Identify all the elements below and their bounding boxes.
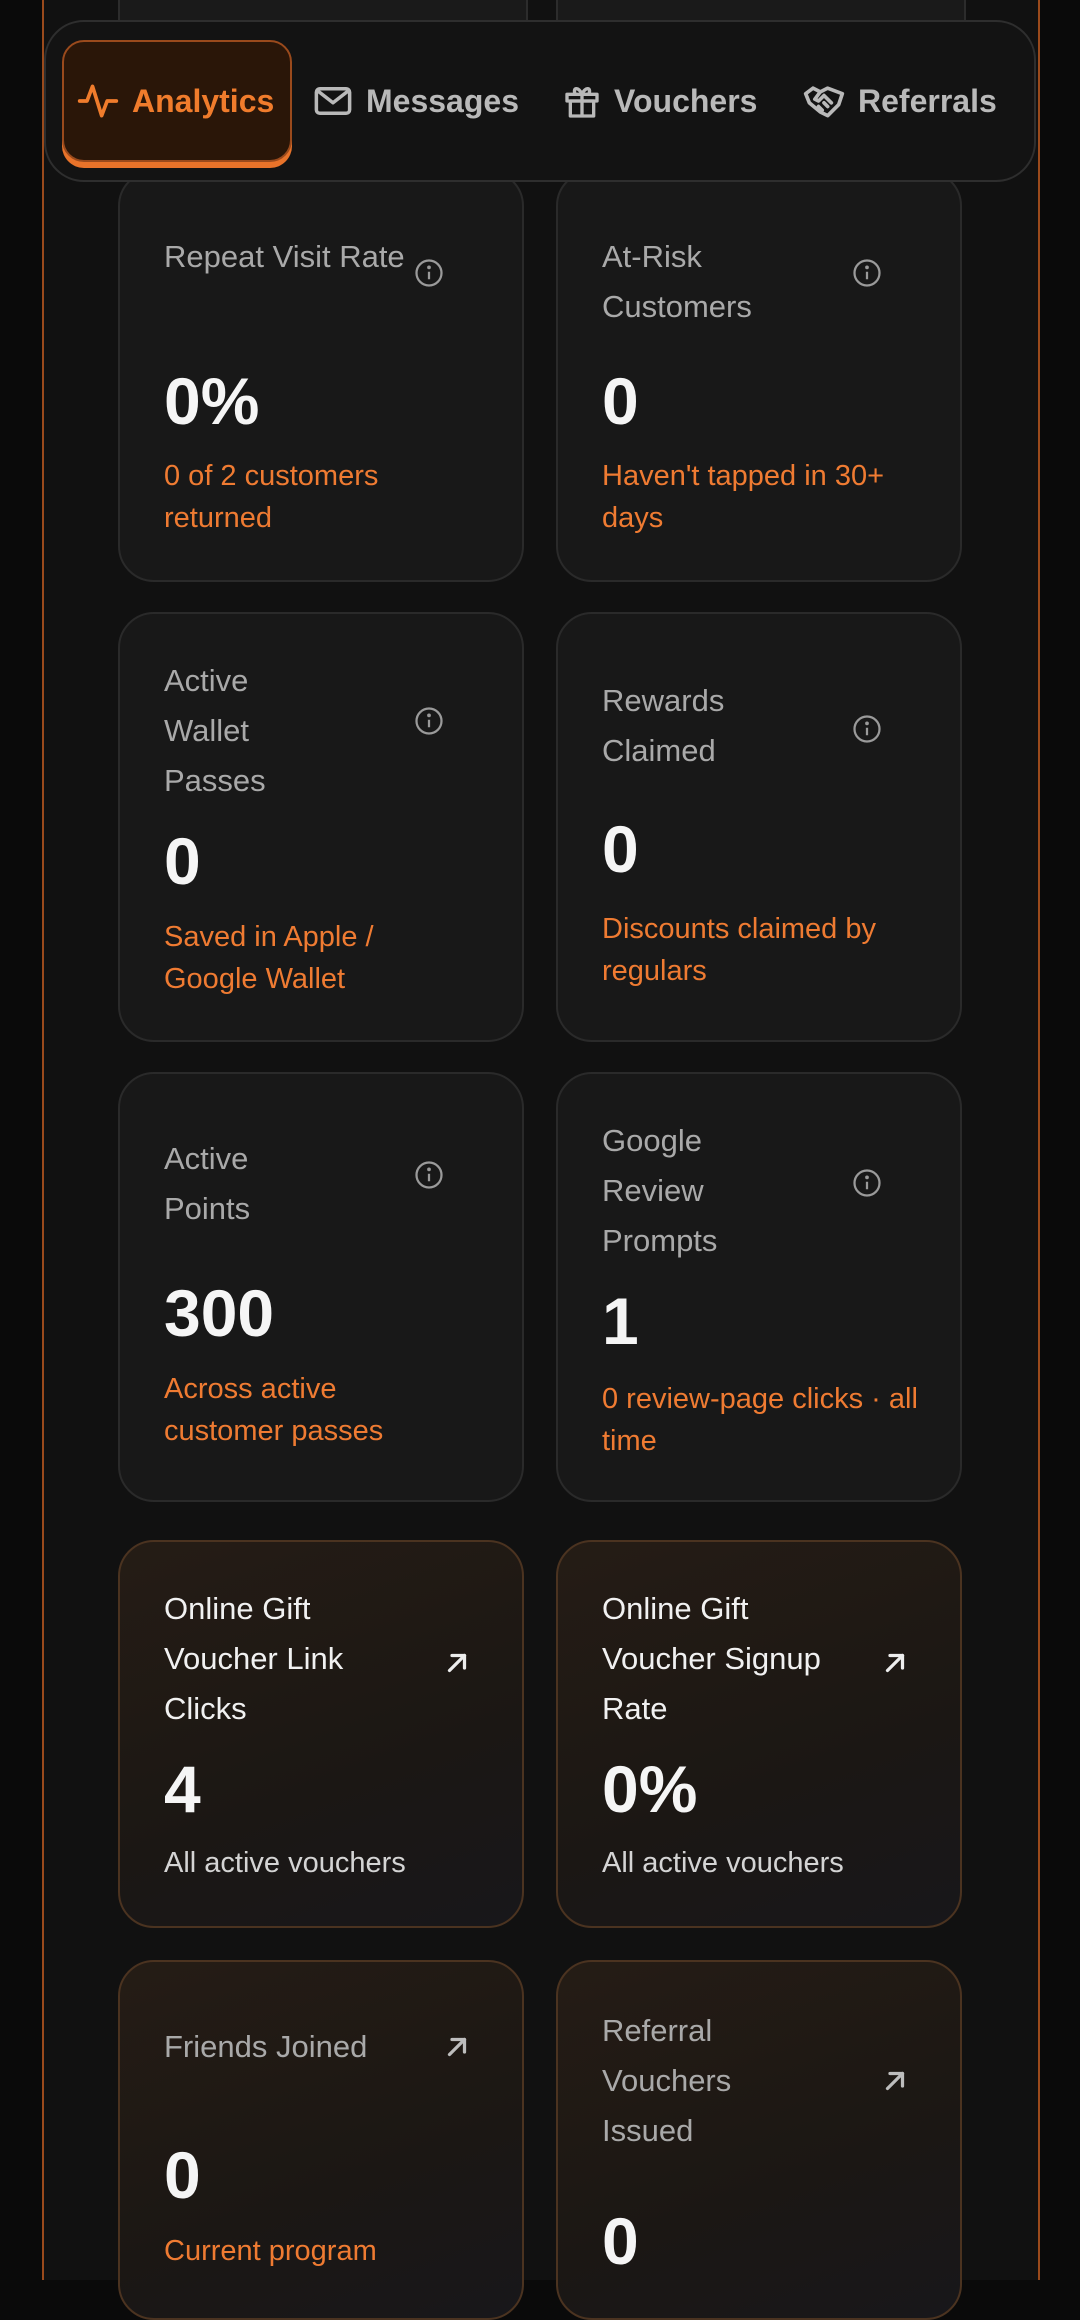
card-title: Active Points (164, 1141, 251, 1226)
info-icon[interactable] (852, 258, 882, 288)
card-title: At-Risk Customers (602, 239, 752, 324)
card-google-review-prompts[interactable]: Google Review Prompts 1 0 review-page cl… (556, 1072, 962, 1502)
card-value: 0 (602, 2204, 639, 2278)
tab-messages[interactable]: Messages (312, 40, 519, 162)
card-friends-joined[interactable]: Friends Joined 0 Current program (118, 1960, 524, 2320)
card-voucher-link-clicks[interactable]: Online Gift Voucher Link Clicks 4 All ac… (118, 1540, 524, 1928)
card-subtitle: 0 of 2 customers returned (164, 460, 379, 534)
card-subtitle: Across active customer passes (164, 1373, 384, 1447)
card-value: 0 (602, 812, 639, 886)
card-subtitle: Haven't tapped in 30+ days (602, 460, 885, 534)
card-active-wallet-passes[interactable]: Active Wallet Passes 0 Saved in Apple / … (118, 612, 524, 1042)
info-icon[interactable] (852, 714, 882, 744)
card-value: 4 (164, 1752, 201, 1826)
arrow-up-right-icon[interactable] (880, 1648, 910, 1678)
card-subtitle: 0 review-page clicks · all time (602, 1383, 918, 1457)
card-subtitle: All active vouchers (164, 1847, 406, 1879)
card-rewards-claimed[interactable]: Rewards Claimed 0 Discounts claimed by r… (556, 612, 962, 1042)
activity-icon (77, 84, 119, 118)
tab-label: Analytics (132, 82, 275, 119)
card-at-risk-customers[interactable]: At-Risk Customers 0 Haven't tapped in 30… (556, 170, 962, 582)
card-repeat-visit-rate[interactable]: Repeat Visit Rate 0% 0 of 2 customers re… (118, 170, 524, 582)
card-subtitle: Saved in Apple / Google Wallet (164, 921, 374, 995)
card-title: Active Wallet Passes (164, 663, 266, 798)
card-value: 0 (164, 824, 201, 898)
card-value: 1 (602, 1284, 639, 1358)
card-subtitle: All active vouchers (602, 1847, 844, 1879)
card-subtitle: Discounts claimed by regulars (602, 913, 876, 987)
tab-analytics[interactable]: Analytics (62, 40, 292, 162)
envelope-icon (314, 87, 352, 115)
card-subtitle: Current program (164, 2235, 377, 2267)
tab-vouchers[interactable]: Vouchers (562, 40, 757, 162)
card-title: Google Review Prompts (602, 1123, 718, 1258)
info-icon[interactable] (414, 706, 444, 736)
info-icon[interactable] (414, 1160, 444, 1190)
card-value: 0 (602, 364, 639, 438)
card-title: Online Gift Voucher Signup Rate (602, 1591, 821, 1726)
card-voucher-signup-rate[interactable]: Online Gift Voucher Signup Rate 0% All a… (556, 1540, 962, 1928)
tab-referrals[interactable]: Referrals (802, 40, 997, 162)
card-referral-vouchers-issued[interactable]: Referral Vouchers Issued 0 (556, 1960, 962, 2320)
card-active-points[interactable]: Active Points 300 Across active customer… (118, 1072, 524, 1502)
section-tab-bar: Analytics Messages Vouchers Referrals (44, 20, 1036, 182)
info-icon[interactable] (414, 258, 444, 288)
tab-label: Messages (366, 82, 519, 119)
card-value: 0 (164, 2138, 201, 2212)
card-value: 0% (164, 364, 260, 438)
card-value: 0% (602, 1752, 698, 1826)
card-title: Online Gift Voucher Link Clicks (164, 1591, 344, 1726)
card-title: Referral Vouchers Issued (602, 2013, 732, 2148)
arrow-up-right-icon[interactable] (442, 2032, 472, 2062)
card-title: Repeat Visit Rate (164, 239, 405, 274)
arrow-up-right-icon[interactable] (880, 2066, 910, 2096)
handshake-icon (803, 86, 845, 118)
gift-icon (565, 87, 599, 118)
card-value: 300 (164, 1276, 275, 1350)
tab-label: Vouchers (614, 82, 758, 119)
tab-label: Referrals (858, 82, 997, 119)
arrow-up-right-icon[interactable] (442, 1648, 472, 1678)
card-title: Friends Joined (164, 2029, 368, 2064)
card-title: Rewards Claimed (602, 683, 725, 768)
info-icon[interactable] (852, 1168, 882, 1198)
